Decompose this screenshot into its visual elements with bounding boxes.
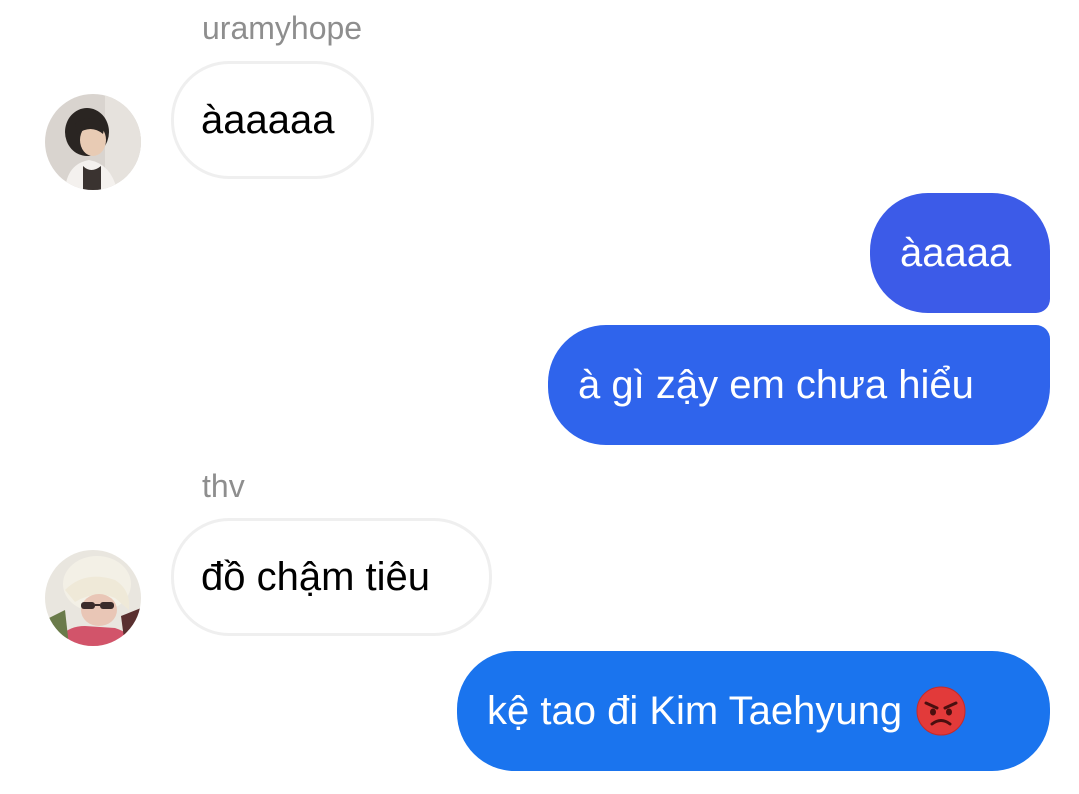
sender-name: uramyhope <box>202 10 363 46</box>
incoming-message-bubble[interactable]: àaaaaa <box>171 61 374 179</box>
angry-face-icon <box>916 686 966 736</box>
message-text: đồ chậm tiêu <box>201 554 431 599</box>
outgoing-message-bubble[interactable]: àaaaa <box>870 193 1050 313</box>
avatar[interactable] <box>45 94 141 190</box>
user-photo-icon <box>45 94 141 190</box>
message-text: à gì zậy em chưa hiểu <box>578 362 974 407</box>
message-text: kệ tao đi Kim Taehyung <box>487 688 903 733</box>
outgoing-message-bubble[interactable]: à gì zậy em chưa hiểu <box>548 325 1050 445</box>
sender-name: thv <box>202 468 245 504</box>
message-text: àaaaa <box>900 230 1012 275</box>
outgoing-message-bubble[interactable]: kệ tao đi Kim Taehyung <box>457 651 1050 771</box>
incoming-message-bubble[interactable]: đồ chậm tiêu <box>171 518 492 636</box>
user-photo-icon <box>45 550 141 646</box>
avatar[interactable] <box>45 550 141 646</box>
message-text: àaaaaa <box>201 97 335 142</box>
